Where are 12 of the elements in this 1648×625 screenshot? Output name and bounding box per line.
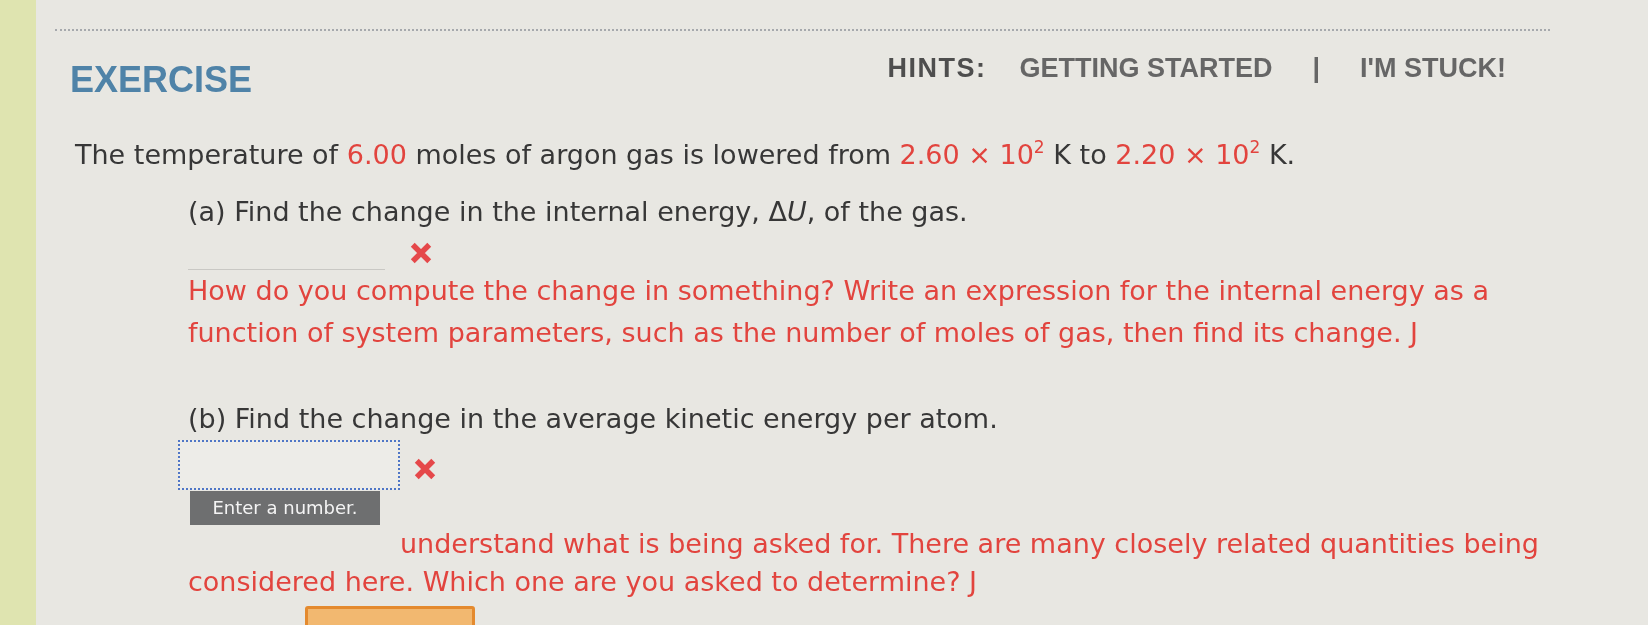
exercise-title: EXERCISE	[70, 60, 253, 100]
feedback-text: understand what is being asked for. There are many closely related quantities being considered here. Which one are you asked to determine? J	[188, 527, 1540, 599]
answer-field[interactable]	[178, 440, 400, 490]
input-tooltip: Enter a number.	[190, 491, 380, 525]
hint-link[interactable]: I'M STUCK!	[1360, 52, 1506, 84]
question-text: (b) Find the change in the average kinetic energy per atom.	[188, 402, 999, 436]
hints-label: HINTS:	[887, 52, 987, 84]
problem-statement: The temperature of 6.00 moles of argon gas is lowered from 2.60 × 10$^{2}$ K to 2.20 × 10$^{2}$ K.	[75, 136, 1297, 172]
question-text: (a) Find the change in the internal energy, ΔU, of the gas.	[188, 195, 969, 229]
hint-link[interactable]: GETTING STARTED	[1019, 52, 1273, 84]
separator: |	[1312, 52, 1321, 84]
feedback-text: How do you compute the change in something? Write an expression for the internal energy as a function of system parameters, such as the number of moles of gas, then find its change. J	[188, 274, 1491, 350]
